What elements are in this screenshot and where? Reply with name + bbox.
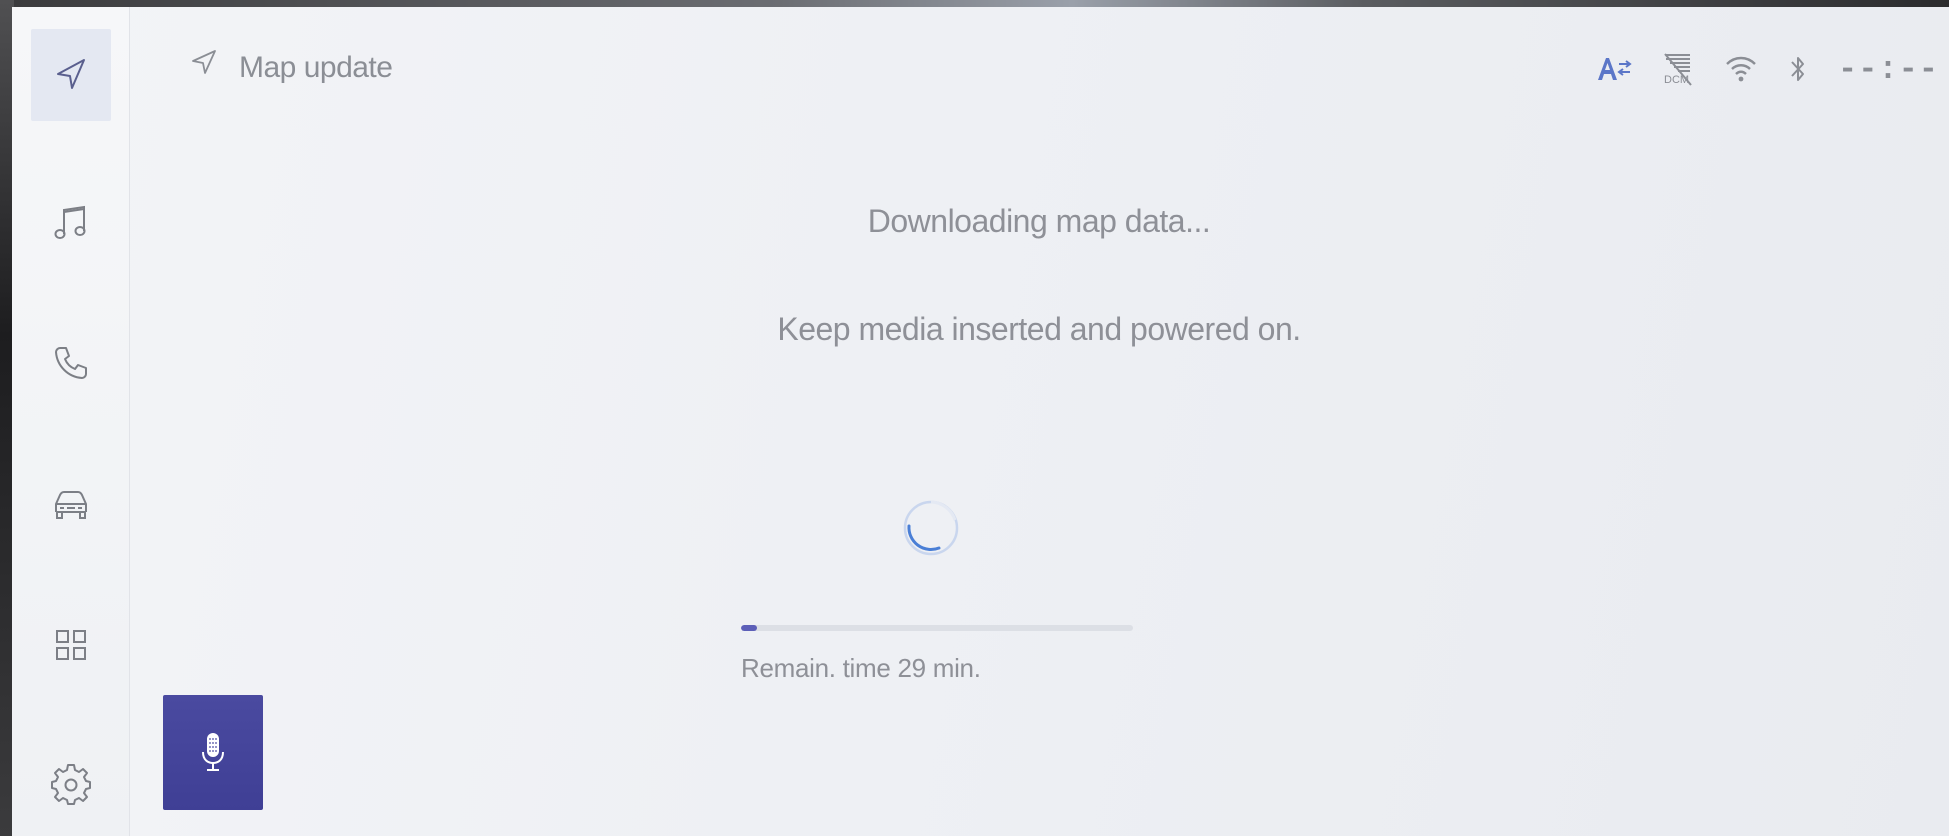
music-note-icon: [54, 205, 86, 239]
download-progress-bar: [741, 625, 1133, 631]
remaining-time: Remain. time 29 min.: [741, 653, 981, 683]
sidebar-item-vehicle[interactable]: [31, 459, 111, 551]
sidebar: [12, 7, 130, 836]
sidebar-item-audio[interactable]: [31, 177, 111, 269]
phone-icon: [55, 347, 87, 379]
sidebar-item-apps[interactable]: [31, 599, 111, 691]
car-icon: [55, 491, 87, 519]
apps-grid-icon: [56, 630, 86, 660]
sidebar-item-phone[interactable]: [31, 317, 111, 409]
download-progress-fill: [741, 625, 757, 631]
status-message: Downloading map data...: [867, 203, 1211, 239]
loading-spinner-icon: [903, 500, 959, 556]
instruction-message: Keep media inserted and powered on.: [777, 311, 1301, 347]
sidebar-item-settings[interactable]: [31, 739, 111, 831]
navigation-arrow-icon: [57, 59, 85, 89]
gear-icon: [51, 764, 91, 805]
sidebar-item-navigation[interactable]: [31, 29, 111, 121]
infotainment-screen: Map update DCM --:-- Downloading map dat…: [12, 7, 1949, 836]
map-update-panel: Downloading map data... Keep media inser…: [129, 7, 1949, 836]
